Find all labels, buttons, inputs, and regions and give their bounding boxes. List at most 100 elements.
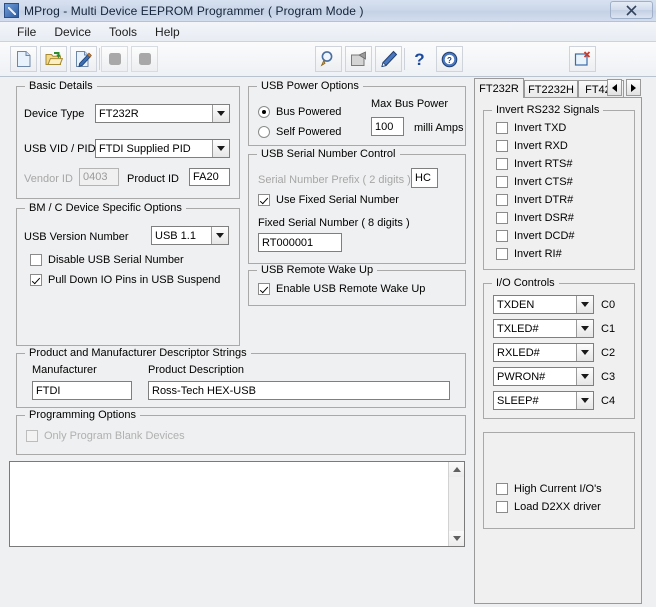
io-control-c4-pin: C4	[601, 395, 616, 407]
bus-powered-radio[interactable]: Bus Powered	[258, 106, 341, 118]
usb-version-combo[interactable]: USB 1.1	[151, 226, 229, 245]
serial-prefix-label: Serial Number Prefix ( 2 digits )	[258, 174, 411, 186]
chevron-down-icon[interactable]	[576, 392, 593, 409]
menu-item-tools[interactable]: Tools	[100, 23, 146, 41]
open-folder-button[interactable]	[40, 46, 67, 72]
chevron-down-icon[interactable]	[576, 368, 593, 385]
tab-scroll-left-button[interactable]	[607, 79, 622, 96]
chevron-down-icon	[452, 536, 461, 541]
invert-rxd-checkbox[interactable]: Invert RXD	[496, 140, 568, 152]
exit-icon	[574, 51, 591, 66]
misc-options-group: High Current I/O's Load D2XX driver	[483, 432, 635, 529]
self-powered-radio[interactable]: Self Powered	[258, 126, 341, 138]
io-control-c2-combo[interactable]: RXLED#	[493, 343, 594, 362]
checkbox-box	[496, 158, 508, 170]
checkbox-box	[496, 483, 508, 495]
pull-down-io-checkbox[interactable]: Pull Down IO Pins in USB Suspend	[30, 274, 220, 286]
chevron-down-icon[interactable]	[211, 227, 228, 244]
io-control-c1-pin: C1	[601, 323, 616, 335]
vendor-id-field[interactable]: 0403	[79, 168, 119, 186]
usb-vid-pid-label: USB VID / PID	[24, 143, 96, 155]
scroll-down-button[interactable]	[449, 531, 464, 546]
remote-wakeup-title: USB Remote Wake Up	[257, 264, 378, 276]
chevron-down-icon[interactable]	[576, 320, 593, 337]
title-bar: MProg - Multi Device EEPROM Programmer (…	[0, 0, 656, 22]
max-bus-power-label: Max Bus Power	[371, 98, 449, 110]
max-bus-power-units: milli Amps	[414, 122, 464, 134]
tab-scroll-right-button[interactable]	[626, 79, 641, 96]
disable-usb-serial-checkbox[interactable]: Disable USB Serial Number	[30, 254, 184, 266]
help-button[interactable]: ?	[406, 46, 433, 72]
manufacturer-field[interactable]: FTDI	[32, 381, 132, 400]
log-scrollbar[interactable]	[448, 462, 464, 546]
invert-signals-title: Invert RS232 Signals	[492, 104, 604, 116]
enable-remote-wakeup-checkbox[interactable]: Enable USB Remote Wake Up	[258, 283, 425, 295]
io-control-c1-combo[interactable]: TXLED#	[493, 319, 594, 338]
chevron-down-icon[interactable]	[212, 140, 229, 157]
invert-cts-label: Invert CTS#	[514, 176, 573, 188]
tab-ft232r[interactable]: FT232R	[474, 78, 524, 98]
save-as-button[interactable]	[131, 46, 158, 72]
exit-button[interactable]	[569, 46, 596, 72]
product-description-field[interactable]: Ross-Tech HEX-USB	[148, 381, 450, 400]
use-fixed-serial-checkbox[interactable]: Use Fixed Serial Number	[258, 194, 399, 206]
close-button[interactable]	[610, 1, 653, 19]
edit-document-button[interactable]	[70, 46, 97, 72]
menu-item-file[interactable]: File	[8, 23, 45, 41]
load-d2xx-driver-checkbox[interactable]: Load D2XX driver	[496, 501, 601, 513]
tab-label: FT2232H	[528, 83, 574, 96]
invert-rxd-label: Invert RXD	[514, 140, 568, 152]
checkbox-box	[496, 248, 508, 260]
svg-text:?: ?	[447, 56, 452, 65]
product-id-label: Product ID	[127, 173, 179, 185]
tab-ft2232h[interactable]: FT2232H	[524, 80, 578, 98]
device-type-combo[interactable]: FT232R	[95, 104, 230, 123]
io-control-c1-value: TXLED#	[497, 322, 539, 335]
program-button[interactable]	[375, 46, 402, 72]
io-control-c0-combo[interactable]: TXDEN	[493, 295, 594, 314]
invert-dsr-checkbox[interactable]: Invert DSR#	[496, 212, 574, 224]
log-textarea[interactable]	[9, 461, 465, 547]
high-current-io-checkbox[interactable]: High Current I/O's	[496, 483, 602, 495]
io-control-c4-combo[interactable]: SLEEP#	[493, 391, 594, 410]
checkbox-box	[26, 430, 38, 442]
toolbar: ? ?	[0, 42, 656, 77]
new-document-button[interactable]	[10, 46, 37, 72]
load-d2xx-driver-label: Load D2XX driver	[514, 501, 601, 513]
window-title: MProg - Multi Device EEPROM Programmer (…	[24, 3, 364, 18]
save-button[interactable]	[101, 46, 128, 72]
checkbox-box	[496, 122, 508, 134]
io-control-c3-combo[interactable]: PWRON#	[493, 367, 594, 386]
chevron-right-icon	[631, 83, 636, 92]
chevron-down-icon[interactable]	[576, 296, 593, 313]
chevron-down-icon[interactable]	[212, 105, 229, 122]
invert-dcd-checkbox[interactable]: Invert DCD#	[496, 230, 575, 242]
fixed-serial-field[interactable]: RT000001	[258, 233, 342, 252]
invert-ri-checkbox[interactable]: Invert RI#	[496, 248, 562, 260]
scan-button[interactable]	[315, 46, 342, 72]
io-control-c0-pin: C0	[601, 299, 616, 311]
tab-strip: FT232R FT2232H FT423	[474, 78, 642, 98]
serial-prefix-field[interactable]: HC	[411, 168, 438, 188]
open-folder-icon	[45, 52, 63, 65]
about-button[interactable]: ?	[436, 46, 463, 72]
menu-item-device[interactable]: Device	[45, 23, 100, 41]
fixed-serial-label: Fixed Serial Number ( 8 digits )	[258, 217, 410, 229]
invert-rts-checkbox[interactable]: Invert RTS#	[496, 158, 573, 170]
invert-txd-checkbox[interactable]: Invert TXD	[496, 122, 566, 134]
checkbox-box	[496, 140, 508, 152]
scroll-up-button[interactable]	[449, 462, 464, 477]
chevron-down-icon[interactable]	[576, 344, 593, 361]
tab-label: FT232R	[479, 82, 519, 95]
erase-button[interactable]	[345, 46, 372, 72]
invert-dtr-checkbox[interactable]: Invert DTR#	[496, 194, 573, 206]
usb-vid-pid-combo[interactable]: FTDI Supplied PID	[95, 139, 230, 158]
max-bus-power-field[interactable]: 100	[371, 117, 404, 136]
menu-item-help[interactable]: Help	[146, 23, 189, 41]
save-disabled-icon	[108, 53, 121, 65]
bmc-options-title: BM / C Device Specific Options	[25, 202, 186, 214]
only-program-blank-checkbox[interactable]: Only Program Blank Devices	[26, 430, 185, 442]
invert-cts-checkbox[interactable]: Invert CTS#	[496, 176, 573, 188]
only-program-blank-label: Only Program Blank Devices	[44, 430, 185, 442]
product-id-field[interactable]: FA20	[189, 168, 230, 186]
